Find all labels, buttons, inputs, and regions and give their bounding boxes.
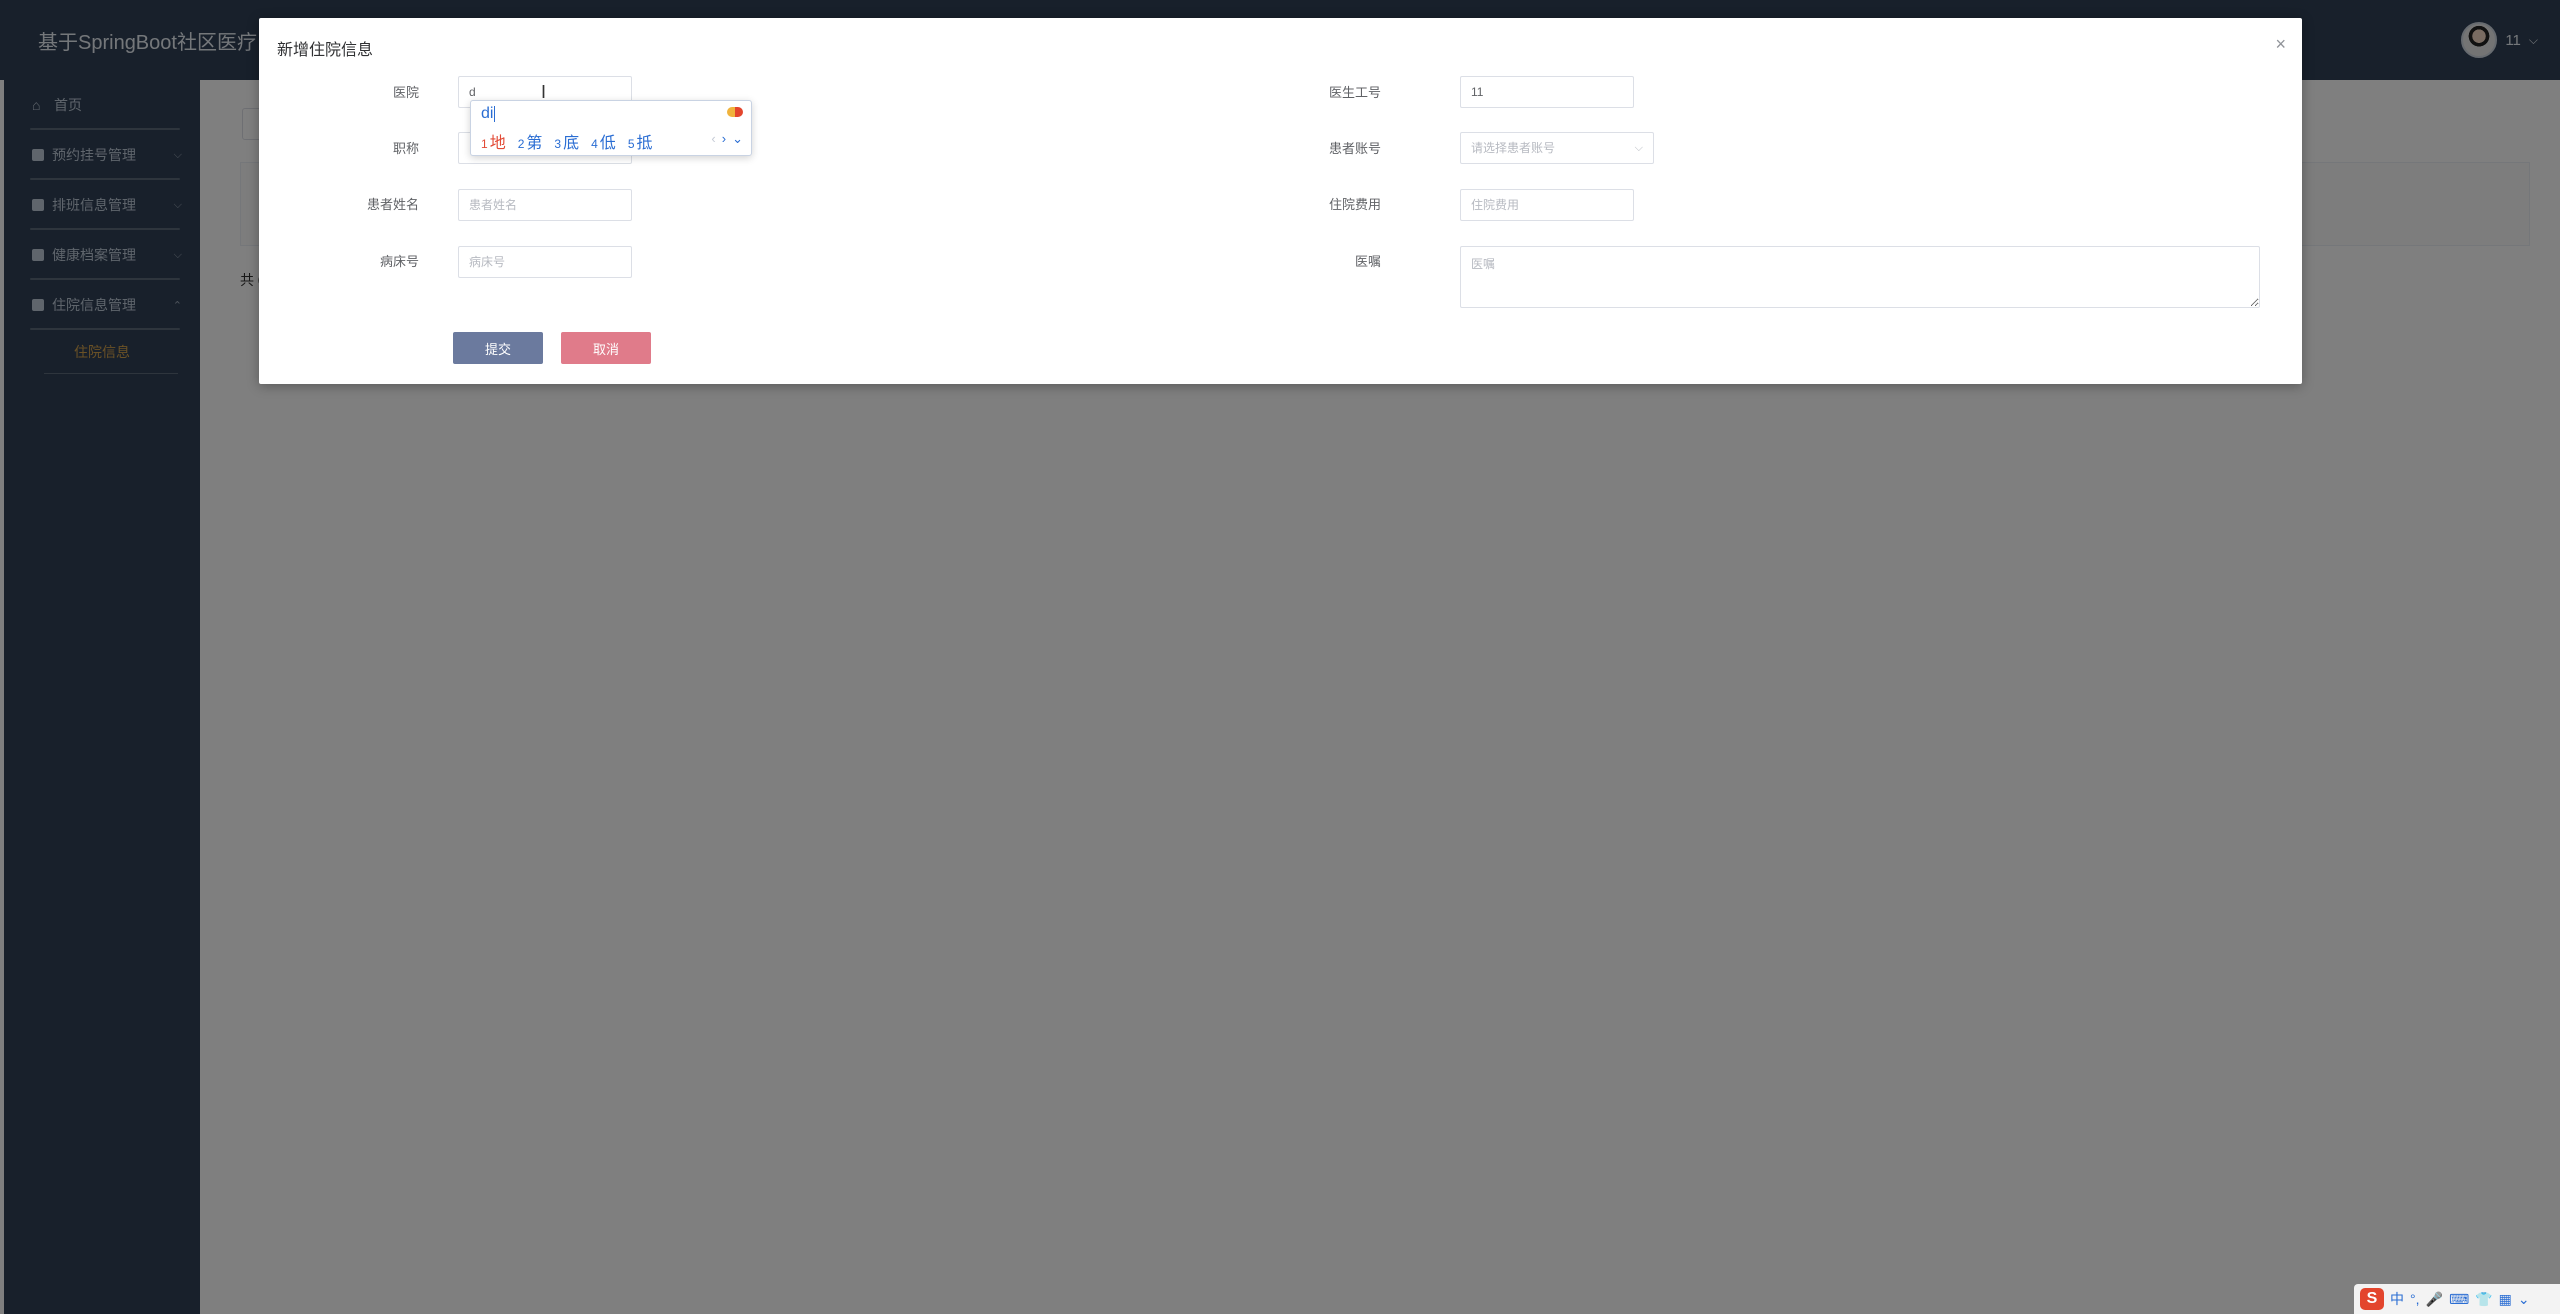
toolbox-icon[interactable]: ▦ bbox=[2499, 1291, 2512, 1308]
candidate-number: 4 bbox=[591, 137, 598, 151]
patient-name-field[interactable] bbox=[458, 189, 632, 221]
candidate-number: 3 bbox=[554, 137, 562, 151]
chevron-left-icon[interactable]: ‹ bbox=[711, 131, 715, 147]
doctor-no-field[interactable] bbox=[1460, 76, 1634, 108]
microphone-icon[interactable]: 🎤 bbox=[2426, 1291, 2443, 1308]
doctor-no-label: 医生工号 bbox=[1328, 85, 1381, 100]
hospital-label: 医院 bbox=[392, 85, 419, 100]
bed-no-field[interactable] bbox=[458, 246, 632, 278]
candidate-text: 低 bbox=[599, 135, 616, 152]
advice-label: 医嘱 bbox=[1354, 254, 1381, 269]
language-mode-icon[interactable]: 中 bbox=[2390, 1289, 2404, 1309]
patient-account-label: 患者账号 bbox=[1328, 141, 1381, 156]
ime-status-bar: S 中 °, 🎤 ⌨ 👕 ▦ ⌄ bbox=[2354, 1284, 2560, 1314]
cost-label: 住院费用 bbox=[1328, 197, 1381, 212]
candidate-text: 第 bbox=[526, 135, 543, 152]
candidate-number: 2 bbox=[517, 137, 525, 151]
chevron-right-icon[interactable]: › bbox=[722, 131, 726, 147]
skin-icon[interactable]: 👕 bbox=[2475, 1291, 2492, 1308]
ime-composition-text: di bbox=[481, 105, 494, 122]
patient-name-label: 患者姓名 bbox=[366, 197, 419, 212]
bed-no-label: 病床号 bbox=[379, 254, 419, 269]
ime-candidate[interactable]: 4 低 bbox=[591, 129, 616, 153]
advice-textarea[interactable] bbox=[1460, 246, 2260, 308]
close-icon[interactable]: × bbox=[2275, 34, 2286, 55]
chevron-down-icon: ⌵ bbox=[1634, 142, 1643, 154]
ime-candidate[interactable]: 1 地 bbox=[481, 129, 506, 153]
dialog-title: 新增住院信息 bbox=[277, 42, 374, 59]
cancel-button[interactable]: 取消 bbox=[561, 332, 651, 364]
candidate-number: 5 bbox=[627, 137, 635, 151]
expand-icon[interactable]: ⌄ bbox=[732, 131, 743, 147]
title-label: 职称 bbox=[392, 141, 419, 156]
ime-candidate-list: 1 地 2 第 3 底 4 低 5 抵 bbox=[481, 129, 653, 153]
candidate-text: 地 bbox=[489, 135, 506, 152]
candidate-text: 抵 bbox=[636, 135, 653, 152]
ime-skin-icon[interactable] bbox=[727, 107, 743, 117]
ime-candidate[interactable]: 5 抵 bbox=[628, 129, 653, 153]
cost-field[interactable] bbox=[1460, 189, 1634, 221]
keyboard-icon[interactable]: ⌨ bbox=[2449, 1291, 2469, 1308]
ime-composition: di bbox=[481, 105, 496, 123]
punctuation-icon[interactable]: °, bbox=[2410, 1291, 2420, 1307]
chevron-down-icon[interactable]: ⌄ bbox=[2518, 1291, 2530, 1308]
ime-candidate[interactable]: 2 第 bbox=[518, 129, 543, 153]
add-hospitalization-dialog: 新增住院信息 × 医院 I 医生工号 职称 患者账号 请选择患者账号 ⌵ 患者姓… bbox=[259, 18, 2302, 384]
candidate-number: 1 bbox=[481, 137, 488, 151]
candidate-text: 底 bbox=[563, 135, 580, 152]
patient-account-select[interactable]: 请选择患者账号 ⌵ bbox=[1460, 132, 1654, 164]
ime-page-nav: ‹ › ⌄ bbox=[711, 131, 743, 147]
select-placeholder: 请选择患者账号 bbox=[1471, 141, 1556, 155]
submit-button[interactable]: 提交 bbox=[453, 332, 543, 364]
sogou-logo-icon[interactable]: S bbox=[2360, 1288, 2384, 1310]
ime-candidate-window: di 1 地 2 第 3 底 4 低 5 抵 ‹ › ⌄ bbox=[470, 100, 752, 156]
ime-candidate[interactable]: 3 底 bbox=[554, 129, 579, 153]
